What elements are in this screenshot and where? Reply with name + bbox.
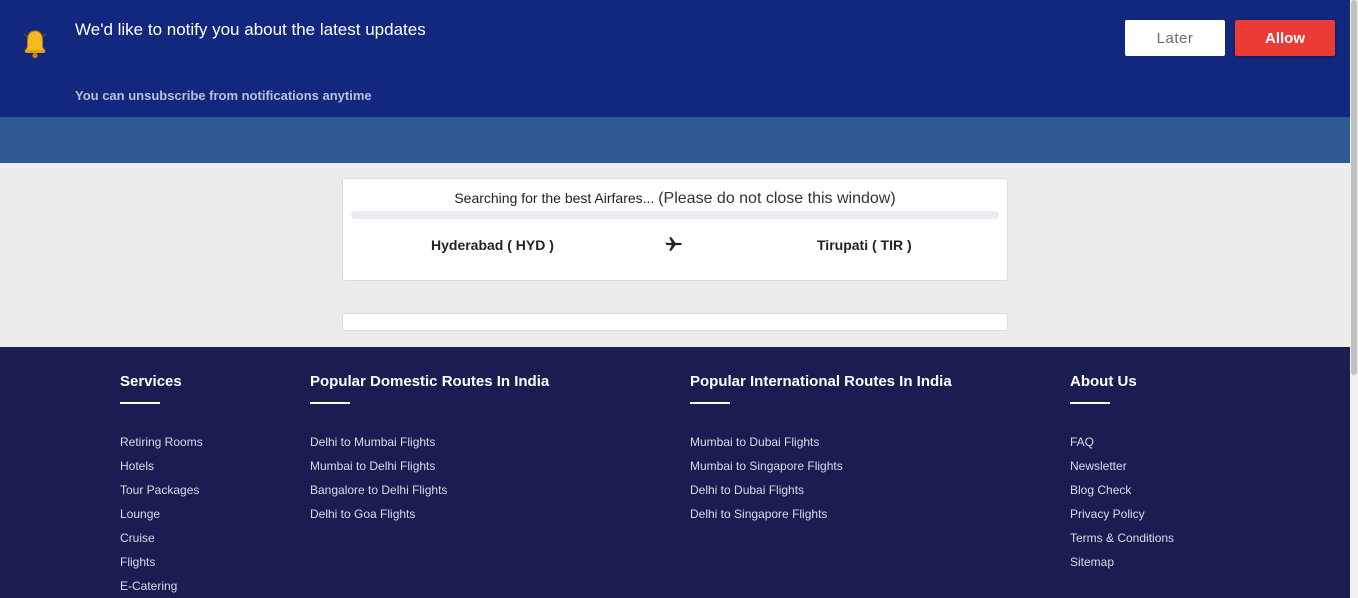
footer-link-faq[interactable]: FAQ bbox=[1070, 435, 1094, 449]
footer-link-bangalore-delhi[interactable]: Bangalore to Delhi Flights bbox=[310, 483, 447, 497]
footer-column-about-us: About Us FAQ Newsletter Blog Check Priva… bbox=[1070, 373, 1174, 577]
footer-title-underline bbox=[690, 402, 730, 404]
footer-link-mumbai-dubai[interactable]: Mumbai to Dubai Flights bbox=[690, 435, 819, 449]
search-status: Searching for the best Airfares... (Plea… bbox=[343, 190, 1007, 208]
footer-column-international-routes: Popular International Routes In India Mu… bbox=[690, 373, 952, 529]
footer-link-hotels[interactable]: Hotels bbox=[120, 459, 154, 473]
later-button[interactable]: Later bbox=[1125, 20, 1225, 56]
footer-link-cruise[interactable]: Cruise bbox=[120, 531, 155, 545]
footer-link-e-catering[interactable]: E-Catering bbox=[120, 579, 177, 593]
search-progress-card: Searching for the best Airfares... (Plea… bbox=[342, 178, 1008, 281]
results-placeholder-card bbox=[342, 313, 1008, 331]
airplane-icon bbox=[665, 235, 683, 253]
search-status-note: (Please do not close this window) bbox=[658, 190, 896, 207]
footer-title-underline bbox=[1070, 402, 1110, 404]
notification-subtitle: You can unsubscribe from notifications a… bbox=[75, 88, 372, 103]
footer-link-mumbai-delhi[interactable]: Mumbai to Delhi Flights bbox=[310, 459, 435, 473]
footer-link-blog-check[interactable]: Blog Check bbox=[1070, 483, 1131, 497]
notification-title: We'd like to notify you about the latest… bbox=[75, 20, 426, 39]
footer-column-title: Popular International Routes In India bbox=[690, 373, 952, 390]
footer-link-delhi-singapore[interactable]: Delhi to Singapore Flights bbox=[690, 507, 827, 521]
footer-link-tour-packages[interactable]: Tour Packages bbox=[120, 483, 199, 497]
footer-link-delhi-mumbai[interactable]: Delhi to Mumbai Flights bbox=[310, 435, 435, 449]
footer-title-underline bbox=[120, 402, 160, 404]
footer-link-mumbai-singapore[interactable]: Mumbai to Singapore Flights bbox=[690, 459, 843, 473]
search-progress-bar bbox=[351, 211, 999, 219]
footer-link-delhi-goa[interactable]: Delhi to Goa Flights bbox=[310, 507, 415, 521]
footer-link-retiring-rooms[interactable]: Retiring Rooms bbox=[120, 435, 203, 449]
footer-column-title: About Us bbox=[1070, 373, 1137, 390]
footer-link-newsletter[interactable]: Newsletter bbox=[1070, 459, 1127, 473]
footer-link-sitemap[interactable]: Sitemap bbox=[1070, 555, 1114, 569]
notification-prompt: We'd like to notify you about the latest… bbox=[0, 0, 1350, 117]
footer-link-privacy-policy[interactable]: Privacy Policy bbox=[1070, 507, 1145, 521]
site-footer: Services Retiring Rooms Hotels Tour Pack… bbox=[0, 347, 1350, 598]
header-band bbox=[0, 117, 1350, 163]
bell-icon bbox=[22, 28, 48, 60]
footer-column-services: Services Retiring Rooms Hotels Tour Pack… bbox=[120, 373, 203, 598]
footer-link-delhi-dubai[interactable]: Delhi to Dubai Flights bbox=[690, 483, 804, 497]
footer-link-terms-conditions[interactable]: Terms & Conditions bbox=[1070, 531, 1174, 545]
scrollbar-thumb[interactable] bbox=[1351, 0, 1357, 375]
destination-city: Tirupati ( TIR ) bbox=[817, 237, 912, 253]
footer-column-title: Services bbox=[120, 373, 182, 390]
search-status-text: Searching for the best Airfares... bbox=[454, 190, 655, 206]
footer-title-underline bbox=[310, 402, 350, 404]
allow-button[interactable]: Allow bbox=[1235, 20, 1335, 56]
footer-link-lounge[interactable]: Lounge bbox=[120, 507, 160, 521]
origin-city: Hyderabad ( HYD ) bbox=[431, 237, 554, 253]
footer-column-domestic-routes: Popular Domestic Routes In India Delhi t… bbox=[310, 373, 549, 529]
footer-column-title: Popular Domestic Routes In India bbox=[310, 373, 550, 390]
footer-link-flights[interactable]: Flights bbox=[120, 555, 155, 569]
